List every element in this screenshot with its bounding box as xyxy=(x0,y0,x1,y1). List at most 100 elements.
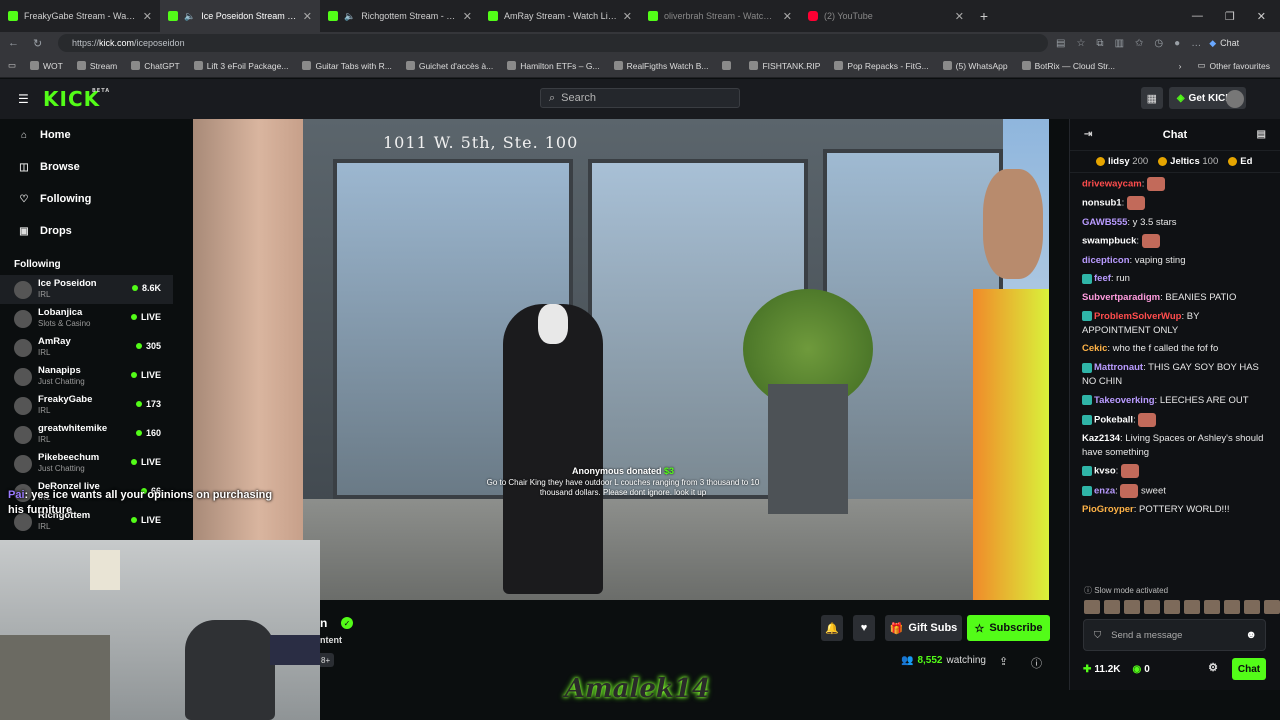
search-input[interactable]: ⌕ Search xyxy=(540,88,740,108)
chat-username[interactable]: Takeoverking xyxy=(1094,395,1155,406)
bookmark-item[interactable] xyxy=(722,61,735,70)
leaderboard-entry[interactable]: Ed xyxy=(1228,156,1252,167)
bookmark-item[interactable]: FISHTANK.RIP xyxy=(749,61,820,71)
following-channel-item[interactable]: AmRay IRL 305 xyxy=(0,333,173,362)
info-icon[interactable]: ⓘ xyxy=(1031,655,1042,671)
gear-icon[interactable]: ⚙ xyxy=(1208,661,1218,674)
emote-icon[interactable] xyxy=(1224,600,1240,614)
profile-icon[interactable]: ● xyxy=(1174,38,1180,49)
follow-button[interactable]: ♥ xyxy=(853,615,875,641)
bookmark-item[interactable]: ChatGPT xyxy=(131,61,180,71)
favorites-icon[interactable]: ✩ xyxy=(1135,38,1143,49)
chat-username[interactable]: feef xyxy=(1094,273,1111,284)
bookmark-item[interactable]: Lift 3 eFoil Package... xyxy=(193,61,288,71)
share-icon[interactable]: ⇪ xyxy=(999,655,1008,668)
emote-icon[interactable] xyxy=(1164,600,1180,614)
reader-icon[interactable]: ▤ xyxy=(1056,38,1065,49)
tab-richgottem[interactable]: 🔈 Richgottem Stream - Watch L ✕ xyxy=(320,0,480,32)
chat-username[interactable]: PioGroyper xyxy=(1082,504,1134,515)
bookmark-item[interactable]: Guichet d'accès à... xyxy=(405,61,493,71)
emote-icon[interactable] xyxy=(1244,600,1260,614)
emote-icon[interactable] xyxy=(1144,600,1160,614)
tab-amray[interactable]: AmRay Stream - Watch Live o ✕ xyxy=(480,0,640,32)
new-tab-icon[interactable]: + xyxy=(972,8,996,24)
close-icon[interactable]: ✕ xyxy=(463,10,472,23)
extensions-icon[interactable]: ⧉ xyxy=(1096,38,1103,49)
emote-icon[interactable] xyxy=(1184,600,1200,614)
following-channel-item[interactable]: Pikebeechum Just Chatting LIVE xyxy=(0,449,173,478)
bookmark-item[interactable]: Guitar Tabs with R... xyxy=(302,61,392,71)
close-icon[interactable]: ✕ xyxy=(955,10,964,23)
emote-icon[interactable] xyxy=(1124,600,1140,614)
history-icon[interactable]: ◷ xyxy=(1154,38,1163,49)
close-icon[interactable]: ✕ xyxy=(303,10,312,23)
restore-icon[interactable]: ❐ xyxy=(1225,10,1235,23)
following-channel-item[interactable]: FreakyGabe IRL 173 xyxy=(0,391,173,420)
tab-youtube[interactable]: (2) YouTube ✕ xyxy=(800,0,972,32)
nav-home[interactable]: ⌂ Home xyxy=(0,119,173,151)
bookmark-item[interactable]: Pop Repacks - FitG... xyxy=(834,61,929,71)
following-channel-item[interactable]: Nanapips Just Chatting LIVE xyxy=(0,362,173,391)
speaker-icon[interactable]: 🔈 xyxy=(184,11,195,22)
url-field[interactable]: https://kick.com/iceposeidon xyxy=(58,34,1048,52)
bookmark-item[interactable]: Hamilton ETFs – G... xyxy=(507,61,600,71)
chat-username[interactable]: Mattronaut xyxy=(1094,362,1143,373)
chat-username[interactable]: enza xyxy=(1094,485,1115,496)
star-icon[interactable]: ☆ xyxy=(1076,38,1085,49)
chat-username[interactable]: nonsub1 xyxy=(1082,198,1122,209)
emote-icon[interactable] xyxy=(1084,600,1100,614)
tab-freakygabe[interactable]: FreakyGabe Stream - Watch L ✕ xyxy=(0,0,160,32)
collapse-chat-icon[interactable]: ⇥ xyxy=(1084,129,1092,140)
chat-users-icon[interactable]: ▤ xyxy=(1257,129,1266,140)
chat-username[interactable]: swampbuck xyxy=(1082,236,1136,247)
close-icon[interactable]: ✕ xyxy=(623,10,632,23)
window-close-icon[interactable]: ✕ xyxy=(1257,10,1266,23)
minimize-icon[interactable]: — xyxy=(1192,10,1203,22)
notify-button[interactable]: 🔔 xyxy=(821,615,843,641)
leaderboard-entry[interactable]: lidsy 200 xyxy=(1096,156,1148,167)
back-icon[interactable]: ← xyxy=(8,37,19,50)
following-channel-item[interactable]: Ice Poseidon IRL 8.6K xyxy=(0,275,173,304)
bookmark-item[interactable]: WOT xyxy=(30,61,63,71)
speaker-icon[interactable]: 🔈 xyxy=(344,11,355,22)
subscribe-button[interactable]: ☆ Subscribe xyxy=(967,615,1050,641)
reload-icon[interactable]: ↻ xyxy=(33,37,42,50)
bookmark-item[interactable]: RealFigths Watch B... xyxy=(613,61,708,71)
bookmark-item[interactable]: BotRix — Cloud Str... xyxy=(1021,61,1115,71)
chat-username[interactable]: kvso xyxy=(1094,466,1116,477)
chat-username[interactable]: dicepticon xyxy=(1082,255,1130,266)
split-icon[interactable]: ▥ xyxy=(1115,38,1124,49)
chat-message-input[interactable]: ⛉ Send a message ☻ xyxy=(1083,619,1266,651)
emote-icon[interactable] xyxy=(1204,600,1220,614)
user-avatar[interactable] xyxy=(1226,90,1244,108)
gift-subs-button[interactable]: 🎁 Gift Subs xyxy=(885,615,962,641)
following-channel-item[interactable]: Lobanjica Slots & Casino LIVE xyxy=(0,304,173,333)
chat-username[interactable]: drivewaycam xyxy=(1082,179,1142,190)
send-chat-button[interactable]: Chat xyxy=(1232,658,1266,680)
leaderboard-entry[interactable]: Jeltics 100 xyxy=(1158,156,1218,167)
chat-username[interactable]: GAWB555 xyxy=(1082,217,1127,228)
tab-iceposeidon[interactable]: 🔈 Ice Poseidon Stream - Watch ✕ xyxy=(160,0,320,32)
nav-browse[interactable]: ◫ Browse xyxy=(0,151,173,183)
bookmark-item[interactable]: (5) WhatsApp xyxy=(942,61,1008,71)
nav-drops[interactable]: ▣ Drops xyxy=(0,215,173,247)
tab-oliverbrah[interactable]: oliverbrah Stream - Watch Live on ✕ xyxy=(640,0,800,32)
emote-icon[interactable] xyxy=(1104,600,1120,614)
emoji-icon[interactable]: ☻ xyxy=(1245,629,1257,641)
bookmark-item[interactable]: Stream xyxy=(76,61,117,71)
chevron-right-icon[interactable]: › xyxy=(1179,61,1182,71)
following-channel-item[interactable]: greatwhitemike IRL 160 xyxy=(0,420,173,449)
close-icon[interactable]: ✕ xyxy=(143,10,152,23)
nav-following[interactable]: ♡ Following xyxy=(0,183,173,215)
hamburger-icon[interactable]: ☰ xyxy=(18,92,30,106)
sidebar-toggle-icon[interactable]: ▭ xyxy=(8,60,16,71)
kick-logo[interactable]: KICK BETA xyxy=(43,87,109,111)
chat-username[interactable]: Pokeball xyxy=(1094,414,1133,425)
layout-toggle-button[interactable]: ▦ xyxy=(1140,87,1163,109)
emote-icon[interactable] xyxy=(1264,600,1280,614)
video-player[interactable]: 1011 W. 5th, Ste. 100 Anonymous donated … xyxy=(193,119,1049,600)
chat-username[interactable]: Kaz2134 xyxy=(1082,433,1120,444)
chat-username[interactable]: Subvertparadigm xyxy=(1082,292,1160,303)
chat-username[interactable]: Cekic xyxy=(1082,343,1107,354)
menu-icon[interactable]: … xyxy=(1191,38,1201,49)
